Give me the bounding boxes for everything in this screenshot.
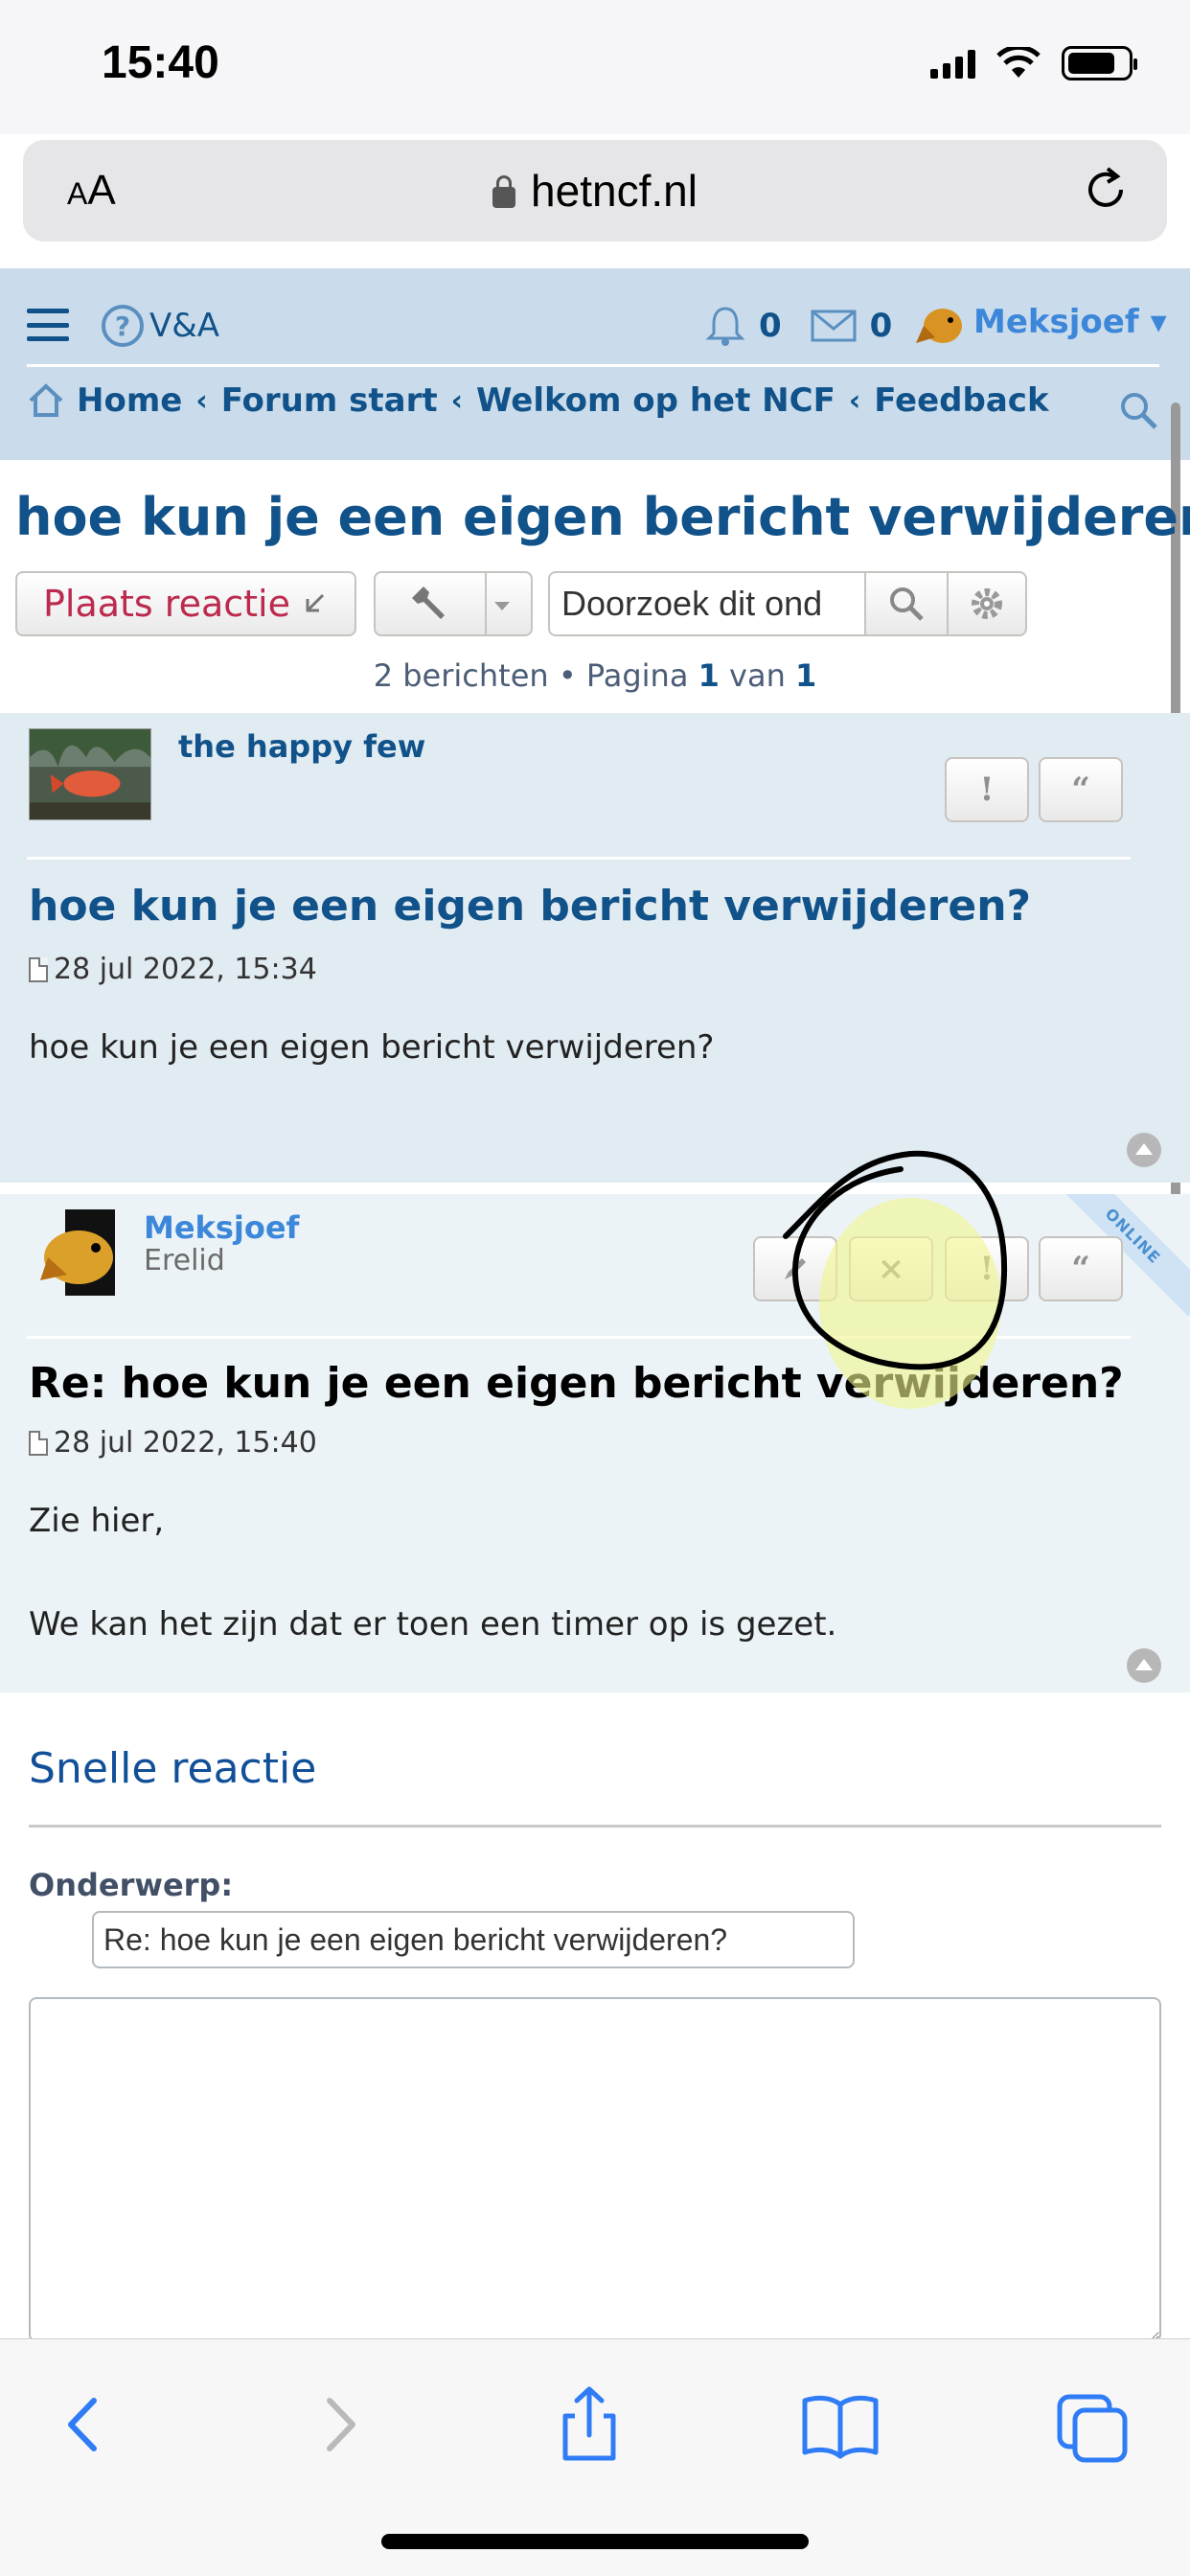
address-bar[interactable]: AA hetncf.nl — [23, 140, 1167, 242]
user-avatar — [916, 295, 962, 349]
chevron-right-icon[interactable] — [297, 2381, 383, 2468]
user-menu[interactable]: Meksjoef ▾ — [916, 295, 1167, 349]
topic-title[interactable]: hoe kun je een eigen bericht verwijderen… — [15, 487, 1190, 547]
post-divider — [27, 1336, 1131, 1339]
author-rank: Erelid — [144, 1244, 225, 1277]
status-icons — [930, 46, 1137, 80]
messages-count[interactable]: 0 — [870, 307, 893, 345]
question-icon: ? — [102, 305, 144, 347]
gear-icon — [972, 588, 1002, 619]
author-avatar[interactable] — [38, 1209, 115, 1296]
post-link-icon[interactable] — [29, 956, 48, 982]
post-2: Meksjoef Erelid ONLINE × ! “ Re: hoe kun… — [0, 1194, 1190, 1692]
book-icon[interactable] — [797, 2381, 883, 2468]
chevron-down-icon[interactable]: ▾ — [1151, 303, 1167, 341]
status-time: 15:40 — [102, 37, 219, 88]
post-title[interactable]: hoe kun je een eigen bericht verwijderen… — [29, 882, 1031, 931]
breadcrumb-separator-icon: ‹ — [450, 383, 463, 418]
subject-input[interactable] — [92, 1911, 855, 1968]
post-text-line: We kan het zijn dat er toen een timer op… — [29, 1605, 837, 1644]
magnifier-icon — [890, 587, 924, 621]
current-page[interactable]: 1 — [698, 657, 720, 694]
header-divider — [27, 364, 1159, 367]
tabs-icon[interactable] — [1050, 2381, 1136, 2468]
wifi-icon — [996, 47, 1041, 78]
va-link[interactable]: ? V&A — [102, 305, 219, 347]
quote-button[interactable]: “ — [1039, 757, 1123, 822]
envelope-icon[interactable] — [811, 310, 857, 342]
chevron-left-icon[interactable] — [40, 2381, 126, 2468]
post-date: 28 jul 2022, 15:40 — [29, 1426, 317, 1460]
post-text-line: Zie hier, — [29, 1502, 165, 1540]
post-title[interactable]: Re: hoe kun je een eigen bericht verwijd… — [29, 1359, 1124, 1408]
report-button[interactable]: ! — [945, 757, 1029, 822]
topic-tools-button[interactable] — [374, 571, 533, 636]
delete-button[interactable]: × — [849, 1236, 933, 1301]
edit-button[interactable] — [753, 1236, 837, 1301]
post-reply-label: Plaats reactie — [42, 583, 290, 625]
share-icon[interactable] — [546, 2381, 632, 2468]
wrench-icon — [412, 586, 445, 619]
search-icon[interactable] — [1117, 389, 1159, 431]
menu-icon[interactable] — [27, 309, 69, 341]
breadcrumb: Home ‹ Forum start ‹ Welkom op het NCF ‹… — [27, 381, 1049, 420]
post-link-icon[interactable] — [29, 1430, 48, 1456]
bell-icon[interactable] — [705, 305, 745, 347]
post-date: 28 jul 2022, 15:34 — [29, 953, 317, 986]
lock-icon — [492, 175, 516, 208]
subject-label: Onderwerp: — [29, 1867, 234, 1903]
pencil-icon — [785, 1258, 806, 1279]
pagination-info: 2 berichten • Pagina 1 van 1 — [373, 657, 817, 694]
notifications-area: 0 0 — [705, 305, 892, 347]
message-textarea[interactable] — [29, 1997, 1161, 2342]
post-content: hoe kun je een eigen bericht verwijderen… — [29, 1022, 714, 1073]
post-text-line: hoe kun je een eigen bericht verwijderen… — [29, 1028, 715, 1067]
post-content: Zie hier, We kan het zijn dat er toen ee… — [29, 1495, 836, 1650]
back-to-top-icon[interactable] — [1127, 1648, 1161, 1683]
reload-icon[interactable] — [1079, 163, 1133, 217]
breadcrumb-separator-icon: ‹ — [195, 383, 208, 418]
nav-row: ? V&A 0 0 Meksjoef ▾ — [0, 295, 1171, 353]
breadcrumb-home[interactable]: Home — [77, 381, 182, 420]
total-pages[interactable]: 1 — [795, 657, 816, 694]
quick-reply-title: Snelle reactie — [29, 1744, 317, 1793]
post-author[interactable]: Meksjoef — [144, 1209, 299, 1246]
home-indicator[interactable] — [381, 2534, 809, 2549]
advanced-search-button[interactable] — [947, 571, 1027, 636]
battery-icon — [1062, 46, 1137, 80]
username[interactable]: Meksjoef — [973, 303, 1139, 341]
post-reply-button[interactable]: Plaats reactie — [15, 571, 356, 636]
breadcrumb-feedback[interactable]: Feedback — [874, 381, 1048, 420]
quick-reply-section: Snelle reactie Onderwerp: — [0, 1708, 1190, 2342]
topic-search-input[interactable] — [548, 571, 866, 636]
caret-down-icon — [494, 602, 510, 610]
report-button[interactable]: ! — [945, 1236, 1029, 1301]
va-label: V&A — [149, 307, 220, 345]
reply-arrow-icon — [306, 593, 325, 612]
post-divider — [27, 857, 1131, 860]
home-icon[interactable] — [27, 381, 65, 420]
breadcrumb-separator-icon: ‹ — [848, 383, 861, 418]
back-to-top-icon[interactable] — [1127, 1133, 1161, 1167]
quick-reply-divider — [29, 1825, 1161, 1828]
url-text[interactable]: hetncf.nl — [23, 165, 1167, 217]
breadcrumb-forum-start[interactable]: Forum start — [221, 381, 438, 420]
notifications-count[interactable]: 0 — [759, 307, 782, 345]
search-button[interactable] — [864, 571, 949, 636]
status-bar: 15:40 — [0, 0, 1190, 134]
post-author[interactable]: the happy few — [178, 728, 425, 765]
cellular-signal-icon — [930, 48, 975, 79]
breadcrumb-welkom[interactable]: Welkom op het NCF — [476, 381, 835, 420]
quote-button[interactable]: “ — [1039, 1236, 1123, 1301]
post-1: the happy few ! “ hoe kun je een eigen b… — [0, 713, 1190, 1183]
author-avatar[interactable] — [29, 728, 151, 820]
forum-header: ? V&A 0 0 Meksjoef ▾ Home ‹ Forum start … — [0, 268, 1190, 460]
